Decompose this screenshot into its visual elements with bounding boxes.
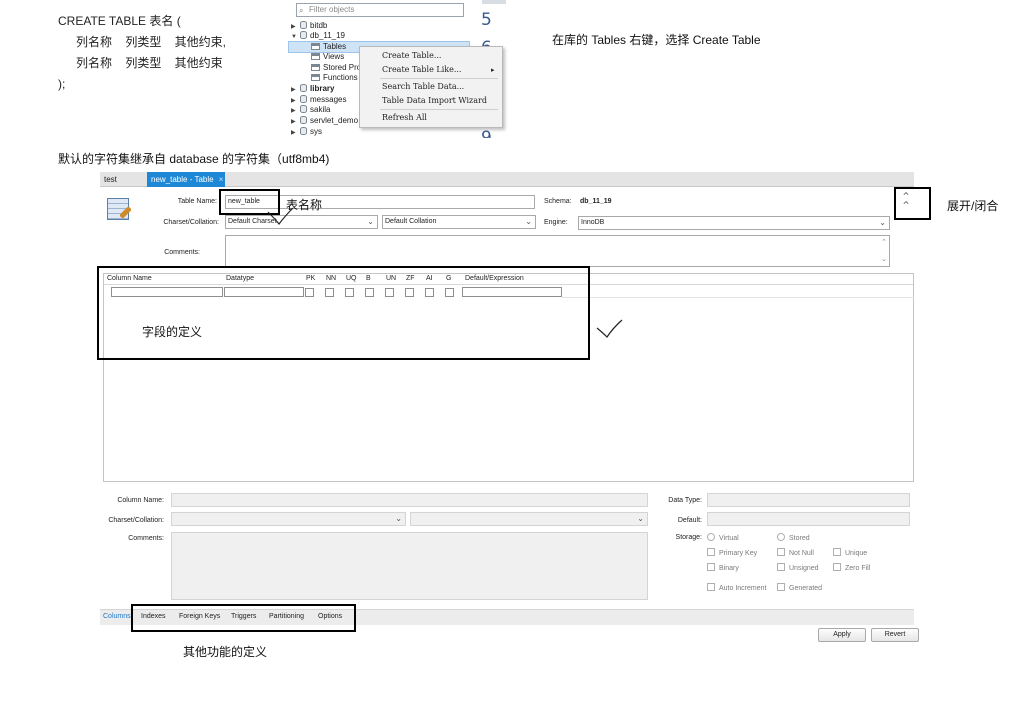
checkmark-fields	[596, 319, 623, 338]
handwritten-checkmarks	[267, 207, 623, 338]
checkmark-table-name	[267, 207, 294, 225]
